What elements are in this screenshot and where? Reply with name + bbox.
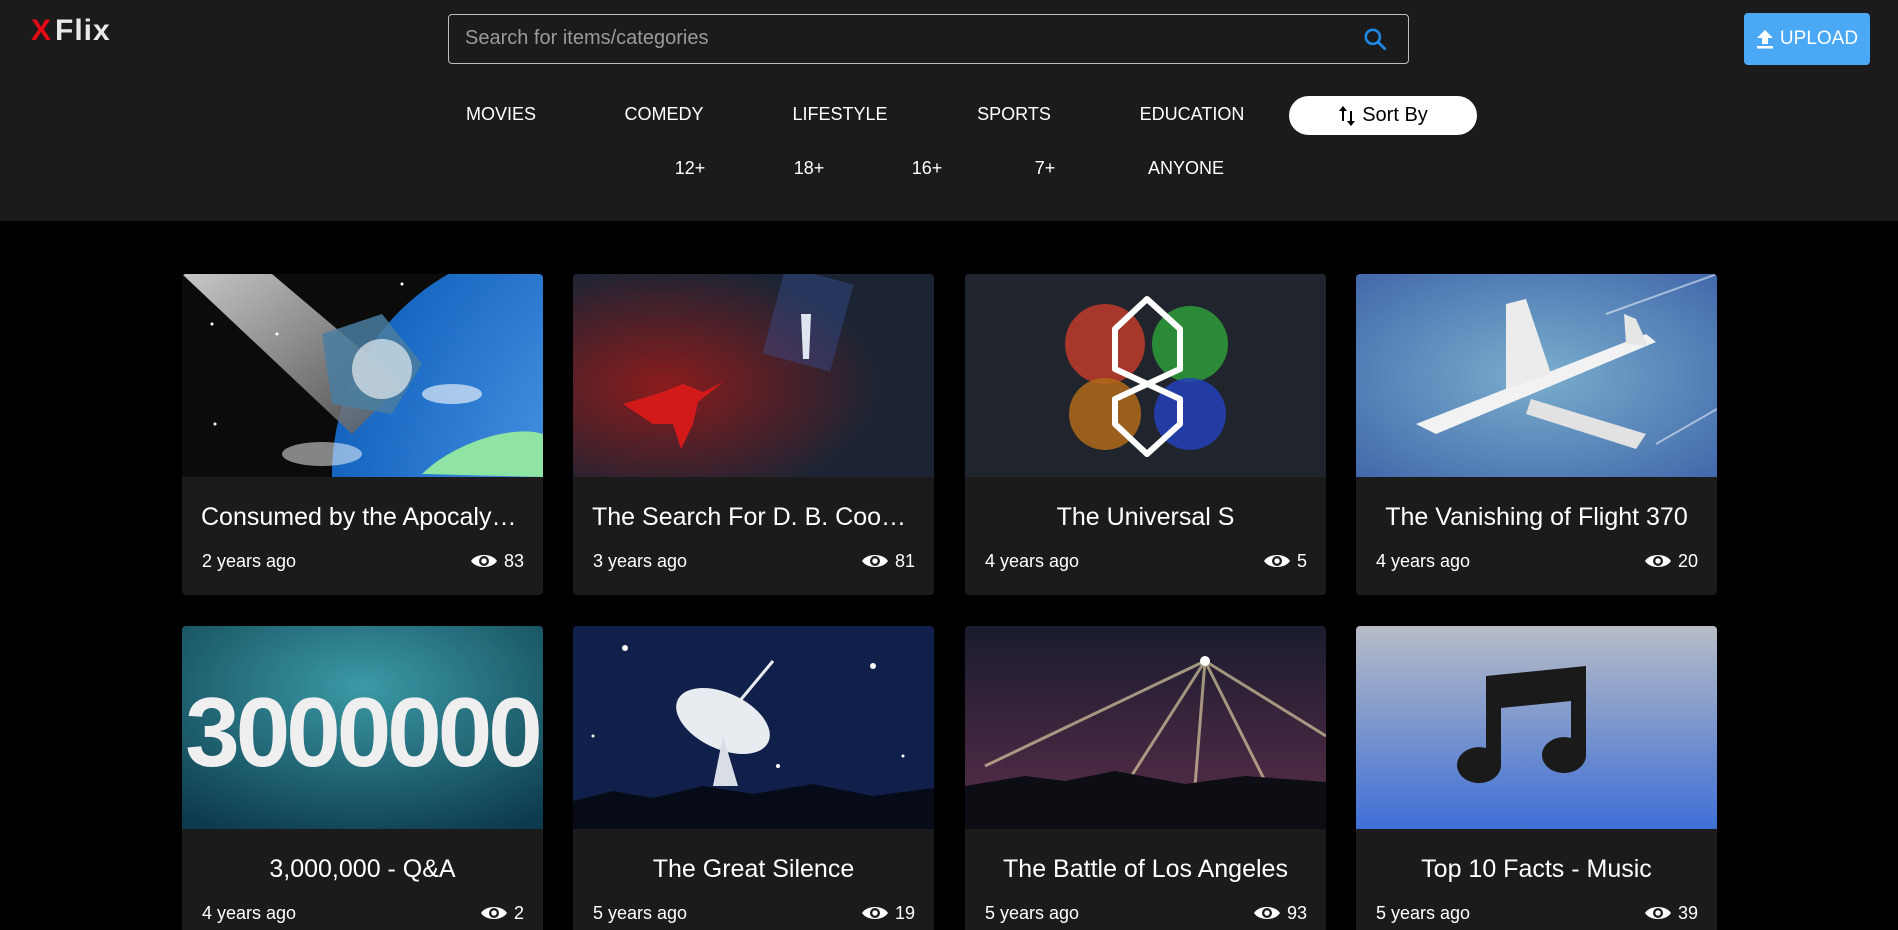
age-16[interactable]: 16+ <box>912 158 943 179</box>
video-meta: 2 years ago 83 <box>202 548 524 574</box>
video-meta: 5 years ago 19 <box>593 900 915 926</box>
video-meta: 4 years ago 5 <box>985 548 1307 574</box>
view-count-value: 20 <box>1677 550 1698 571</box>
upload-age: 5 years ago <box>985 902 1080 923</box>
video-meta: 3 years ago 81 <box>593 548 915 574</box>
video-title[interactable]: The Vanishing of Flight 370 <box>1375 503 1698 532</box>
video-card[interactable]: Consumed by the Apocalypse 2 years ago 8… <box>182 274 543 595</box>
eye-icon <box>861 907 888 919</box>
upload-label: UPLOAD <box>1779 28 1859 49</box>
logo-text: Flix <box>55 14 111 47</box>
logo[interactable]: X Flix <box>31 14 111 48</box>
video-meta: 4 years ago 2 <box>202 900 524 926</box>
age-7[interactable]: 7+ <box>1035 158 1056 179</box>
video-title[interactable]: Consumed by the Apocalypse <box>201 503 524 532</box>
genre-comedy[interactable]: COMEDY <box>624 104 703 125</box>
view-count: 2 <box>480 903 524 924</box>
age-anyone[interactable]: ANYONE <box>1148 158 1224 179</box>
view-count: 81 <box>861 551 915 572</box>
video-thumbnail <box>1356 626 1717 829</box>
upload-age: 4 years ago <box>1376 550 1471 571</box>
view-count-value: 81 <box>894 550 915 571</box>
video-meta: 5 years ago 39 <box>1376 900 1698 926</box>
video-thumbnail <box>182 274 543 477</box>
genre-education[interactable]: EDUCATION <box>1140 104 1245 125</box>
upload-age: 4 years ago <box>202 902 297 923</box>
video-title[interactable]: The Great Silence <box>592 855 915 884</box>
view-count-value: 19 <box>894 902 915 923</box>
view-count-value: 93 <box>1286 902 1307 923</box>
video-card[interactable]: The Great Silence 5 years ago 19 <box>573 626 934 930</box>
upload-age: 5 years ago <box>593 902 688 923</box>
video-card[interactable]: Top 10 Facts - Music 5 years ago 39 <box>1356 626 1717 930</box>
video-card[interactable]: The Universal S 4 years ago 5 <box>965 274 1326 595</box>
upload-button[interactable]: UPLOAD <box>1744 13 1870 65</box>
view-count: 83 <box>470 551 524 572</box>
search-bar <box>448 14 1409 64</box>
video-meta: 4 years ago 20 <box>1376 548 1698 574</box>
view-count-value: 5 <box>1296 550 1307 571</box>
sort-label: Sort By <box>1362 104 1428 126</box>
eye-icon <box>480 907 507 919</box>
eye-icon <box>470 555 497 567</box>
view-count: 39 <box>1644 903 1698 924</box>
video-card[interactable]: 3000000 3,000,000 - Q&A 4 years ago 2 <box>182 626 543 930</box>
video-title[interactable]: The Search For D. B. Cooper <box>592 503 915 532</box>
video-title[interactable]: The Universal S <box>984 503 1307 532</box>
eye-icon <box>1644 907 1671 919</box>
upload-age: 2 years ago <box>202 550 297 571</box>
eye-icon <box>861 555 888 567</box>
video-thumbnail <box>965 626 1326 829</box>
video-title[interactable]: 3,000,000 - Q&A <box>201 855 524 884</box>
view-count-value: 83 <box>503 550 524 571</box>
search-icon[interactable] <box>1362 26 1388 52</box>
eye-icon <box>1644 555 1671 567</box>
svg-text:3000000: 3000000 <box>185 677 539 787</box>
genre-lifestyle[interactable]: LIFESTYLE <box>792 104 887 125</box>
video-thumbnail <box>573 274 934 477</box>
view-count: 19 <box>861 903 915 924</box>
view-count: 5 <box>1263 551 1307 572</box>
video-card[interactable]: The Vanishing of Flight 370 4 years ago … <box>1356 274 1717 595</box>
view-count: 93 <box>1253 903 1307 924</box>
sort-button[interactable]: Sort By <box>1289 96 1477 135</box>
eye-icon <box>1253 907 1280 919</box>
upload-age: 5 years ago <box>1376 902 1471 923</box>
upload-age: 3 years ago <box>593 550 688 571</box>
eye-icon <box>1263 555 1290 567</box>
video-thumbnail <box>573 626 934 829</box>
video-card[interactable]: The Search For D. B. Cooper 3 years ago … <box>573 274 934 595</box>
upload-age: 4 years ago <box>985 550 1080 571</box>
video-title[interactable]: The Battle of Los Angeles <box>984 855 1307 884</box>
genre-movies[interactable]: MOVIES <box>466 104 536 125</box>
view-count-value: 39 <box>1677 902 1698 923</box>
video-thumbnail: 3000000 <box>182 626 543 829</box>
age-12[interactable]: 12+ <box>675 158 706 179</box>
video-title[interactable]: Top 10 Facts - Music <box>1375 855 1698 884</box>
logo-x: X <box>31 14 52 47</box>
header: X Flix UPLOAD MOVIES COMEDY LIFESTYLE SP… <box>0 0 1898 221</box>
age-filter-bar: 12+ 18+ 16+ 7+ ANYONE <box>0 158 1898 182</box>
view-count: 20 <box>1644 551 1698 572</box>
sort-icon <box>1339 105 1356 126</box>
video-thumbnail <box>1356 274 1717 477</box>
age-18[interactable]: 18+ <box>794 158 825 179</box>
upload-icon <box>1756 30 1773 49</box>
genre-bar: MOVIES COMEDY LIFESTYLE SPORTS EDUCATION <box>0 104 1898 128</box>
video-meta: 5 years ago 93 <box>985 900 1307 926</box>
genre-sports[interactable]: SPORTS <box>977 104 1051 125</box>
video-thumbnail <box>965 274 1326 477</box>
search-input[interactable] <box>465 15 1345 62</box>
video-card[interactable]: The Battle of Los Angeles 5 years ago 93 <box>965 626 1326 930</box>
view-count-value: 2 <box>513 902 524 923</box>
